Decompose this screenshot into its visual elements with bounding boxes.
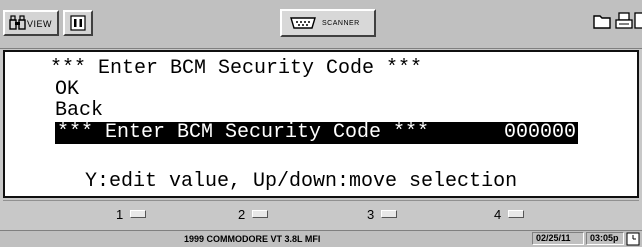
function-key-indicator: [381, 210, 397, 218]
binoculars-icon: [9, 15, 26, 30]
help-text: Y:edit value, Up/down:move selection: [85, 170, 518, 193]
menu-item-back[interactable]: Back: [55, 100, 103, 122]
function-key-number: 3: [367, 207, 375, 222]
vehicle-info: 1999 COMMODORE VT 3.8L MFI: [184, 234, 321, 244]
security-code-value[interactable]: 000000: [504, 122, 576, 144]
function-key-number: 2: [238, 207, 246, 222]
function-key-number: 1: [116, 207, 124, 222]
function-key-indicator: [252, 210, 268, 218]
function-key-indicator: [130, 210, 146, 218]
function-key-bar: 1 2 3 4: [3, 200, 639, 231]
status-bar: 1999 COMMODORE VT 3.8L MFI 02/25/11 03:0…: [0, 230, 642, 247]
folder-icon[interactable]: [592, 12, 612, 30]
scanner-button[interactable]: SCANNER: [280, 9, 376, 37]
clock-icon: [626, 232, 640, 246]
pause-icon: [70, 15, 86, 31]
menu-item-security-code[interactable]: *** Enter BCM Security Code *** 000000: [55, 122, 578, 144]
view-label: VIEW: [27, 19, 53, 29]
view-button[interactable]: VIEW: [3, 10, 59, 36]
function-key-indicator: [508, 210, 524, 218]
status-time: 03:05p: [586, 232, 624, 245]
menu-item-ok[interactable]: OK: [55, 79, 79, 101]
status-date: 02/25/11: [532, 232, 584, 245]
screen-title: *** Enter BCM Security Code ***: [50, 57, 423, 80]
save-icon[interactable]: [634, 12, 642, 32]
scanner-icon: [290, 17, 316, 29]
security-code-label: *** Enter BCM Security Code ***: [57, 121, 430, 144]
scanner-label: SCANNER: [322, 20, 360, 27]
toolbar: VIEW SCANNER: [0, 0, 642, 49]
print-icon[interactable]: [614, 12, 634, 32]
pause-button[interactable]: [63, 10, 93, 36]
scan-display: *** Enter BCM Security Code *** OK Back …: [3, 50, 639, 198]
function-key-number: 4: [494, 207, 502, 222]
